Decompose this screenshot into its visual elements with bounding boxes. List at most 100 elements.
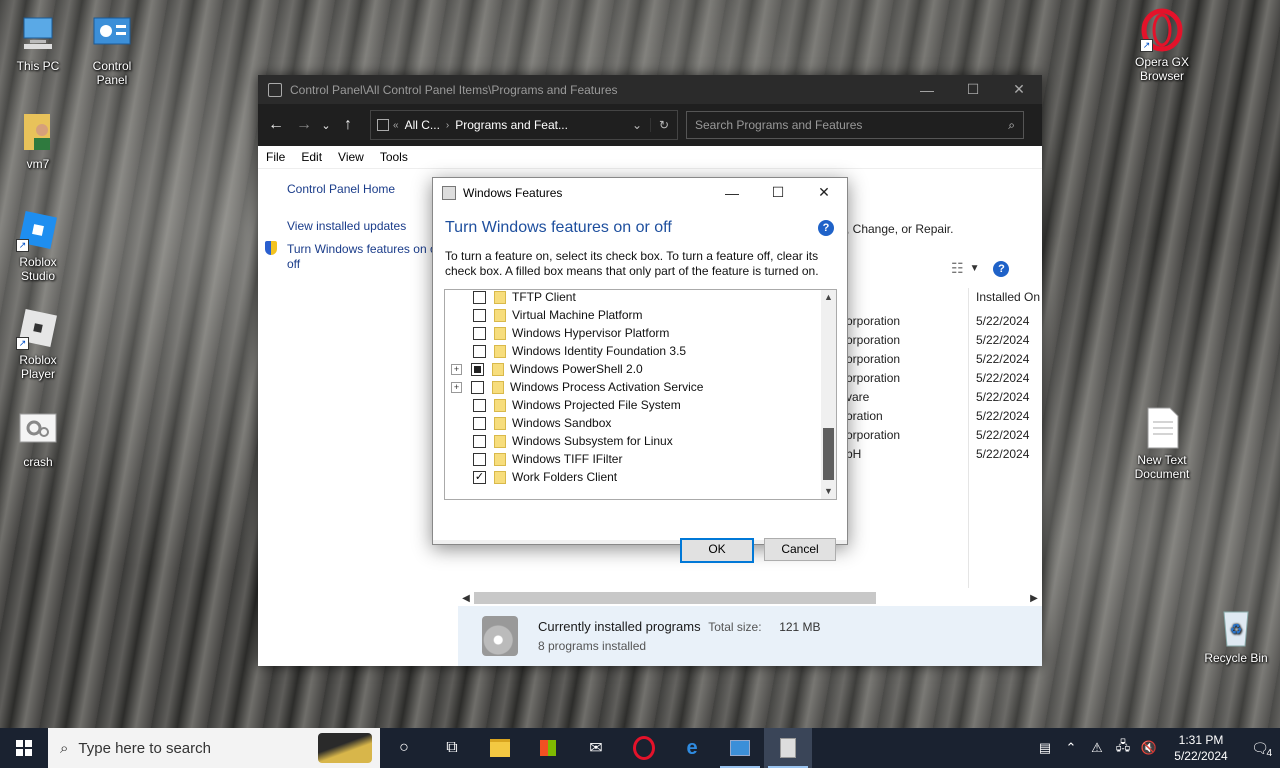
desktop-icon-roblox-studio[interactable]: ↗ Roblox Studio [0, 208, 76, 283]
window-titlebar[interactable]: Control Panel\All Control Panel Items\Pr… [258, 75, 1042, 104]
turn-windows-features-link-cont[interactable]: off [287, 257, 300, 271]
table-cell-date[interactable]: 5/22/2024 [976, 447, 1029, 461]
control-panel-home-link[interactable]: Control Panel Home [287, 182, 395, 196]
task-view-icon[interactable]: ⧉ [428, 728, 476, 768]
search-input[interactable]: Search Programs and Features ⌕ [686, 111, 1024, 139]
checkbox-partial[interactable] [471, 362, 484, 376]
cancel-button[interactable]: Cancel [764, 538, 836, 561]
table-cell-date[interactable]: 5/22/2024 [976, 352, 1029, 366]
control-panel-icon[interactable] [716, 728, 764, 768]
list-item[interactable]: Windows Hypervisor Platform [445, 324, 821, 342]
checkbox[interactable] [473, 290, 486, 304]
table-cell-date[interactable]: 5/22/2024 [976, 409, 1029, 423]
view-options-icon[interactable]: ☷ [951, 260, 964, 277]
list-item[interactable]: TFTP Client [445, 290, 821, 306]
table-cell-publisher[interactable]: orporation [846, 428, 900, 442]
menu-view[interactable]: View [330, 150, 372, 164]
address-dropdown-icon[interactable]: ⌄ [624, 118, 650, 132]
horizontal-scrollbar[interactable]: ◀ ▶ [458, 590, 1042, 606]
list-item[interactable]: Windows Identity Foundation 3.5 [445, 342, 821, 360]
table-cell-publisher[interactable]: bH [846, 447, 861, 461]
security-alert-icon[interactable]: ⚠ [1084, 740, 1110, 756]
clock[interactable]: 1:31 PM 5/22/2024 [1162, 732, 1240, 764]
scroll-down-icon[interactable]: ▼ [821, 484, 836, 499]
minimize-button[interactable]: — [904, 75, 950, 104]
desktop-icon-crash[interactable]: crash [0, 408, 76, 469]
table-cell-publisher[interactable]: orporation [846, 314, 900, 328]
menu-tools[interactable]: Tools [372, 150, 416, 164]
breadcrumb-all-items[interactable]: All C... [405, 118, 440, 132]
news-widget-icon[interactable]: ▤ [1032, 740, 1058, 756]
help-icon[interactable]: ? [818, 220, 834, 236]
desktop-icon-new-text-document[interactable]: New Text Document [1124, 406, 1200, 481]
show-hidden-icons-icon[interactable]: ⌃ [1058, 740, 1084, 756]
notifications-icon[interactable]: 🗨 4 [1240, 740, 1280, 759]
table-cell-publisher[interactable]: orporation [846, 371, 900, 385]
scrollbar-thumb[interactable] [823, 428, 834, 480]
desktop-icon-control-panel[interactable]: Control Panel [74, 12, 150, 87]
table-cell-date[interactable]: 5/22/2024 [976, 333, 1029, 347]
opera-icon[interactable] [620, 728, 668, 768]
list-item[interactable]: Virtual Machine Platform [445, 306, 821, 324]
table-cell-date[interactable]: 5/22/2024 [976, 371, 1029, 385]
back-button[interactable]: ← [262, 116, 290, 134]
scroll-up-icon[interactable]: ▲ [821, 290, 836, 305]
table-cell-publisher[interactable]: oration [846, 409, 883, 423]
file-explorer-icon[interactable] [476, 728, 524, 768]
volume-muted-icon[interactable]: 🔇 [1136, 740, 1162, 756]
maximize-button[interactable]: ☐ [950, 75, 996, 104]
expand-icon[interactable]: + [451, 363, 462, 375]
close-button[interactable]: ✕ [801, 178, 847, 207]
checkbox[interactable] [473, 344, 486, 358]
scroll-right-icon[interactable]: ▶ [1026, 593, 1042, 604]
programs-features-icon[interactable] [764, 728, 812, 768]
list-item[interactable]: Windows Projected File System [445, 396, 821, 414]
address-bar[interactable]: « All C... › Programs and Feat... ⌄ ↻ [370, 110, 678, 140]
checkbox[interactable] [473, 416, 486, 430]
taskbar-search-box[interactable]: ⌕ Type here to search [48, 728, 380, 768]
scroll-left-icon[interactable]: ◀ [458, 593, 474, 604]
recent-locations-button[interactable]: ⌄ [318, 119, 334, 132]
maximize-button[interactable]: ☐ [755, 178, 801, 207]
forward-button[interactable]: → [290, 116, 318, 134]
minimize-button[interactable]: — [709, 178, 755, 207]
desktop-icon-recycle-bin[interactable]: ♻ Recycle Bin [1198, 604, 1274, 665]
checkbox[interactable] [471, 380, 484, 394]
checkbox[interactable] [473, 452, 486, 466]
cortana-icon[interactable]: ○ [380, 728, 428, 768]
table-cell-publisher[interactable]: orporation [846, 352, 900, 366]
help-icon[interactable]: ? [993, 260, 1010, 277]
view-installed-updates-link[interactable]: View installed updates [287, 219, 406, 233]
breadcrumb-programs-features[interactable]: Programs and Feat... [455, 118, 568, 132]
checkbox[interactable] [473, 398, 486, 412]
store-icon[interactable] [524, 728, 572, 768]
table-cell-publisher[interactable]: vare [846, 390, 869, 404]
column-header-installed-on[interactable]: Installed On [976, 290, 1040, 304]
desktop-icon-opera-gx[interactable]: ↗ Opera GX Browser [1124, 8, 1200, 83]
expand-icon[interactable]: + [451, 381, 462, 393]
network-icon[interactable]: 🖧 [1110, 737, 1136, 759]
table-cell-date[interactable]: 5/22/2024 [976, 428, 1029, 442]
list-item[interactable]: + Windows PowerShell 2.0 [445, 360, 821, 378]
list-item[interactable]: + Windows Process Activation Service [445, 378, 821, 396]
checkbox[interactable] [473, 434, 486, 448]
list-item[interactable]: Windows TIFF IFilter [445, 450, 821, 468]
desktop-icon-this-pc[interactable]: This PC [0, 12, 76, 73]
table-cell-publisher[interactable]: orporation [846, 333, 900, 347]
up-button[interactable]: ↑ [334, 116, 362, 134]
list-item[interactable]: Windows Subsystem for Linux [445, 432, 821, 450]
refresh-icon[interactable]: ↻ [650, 118, 677, 132]
list-item[interactable]: ✓ Work Folders Client [445, 468, 821, 486]
checkbox[interactable] [473, 326, 486, 340]
edge-icon[interactable]: e [668, 728, 716, 768]
checkbox-checked[interactable]: ✓ [473, 470, 486, 484]
table-cell-date[interactable]: 5/22/2024 [976, 390, 1029, 404]
desktop-icon-vm7[interactable]: vm7 [0, 110, 76, 171]
ok-button[interactable]: OK [680, 538, 754, 563]
list-item[interactable]: Windows Sandbox [445, 414, 821, 432]
desktop-icon-roblox-player[interactable]: ↗ Roblox Player [0, 306, 76, 381]
scrollbar-thumb[interactable] [474, 592, 876, 604]
table-cell-date[interactable]: 5/22/2024 [976, 314, 1029, 328]
menu-file[interactable]: File [258, 150, 293, 164]
menu-edit[interactable]: Edit [293, 150, 330, 164]
